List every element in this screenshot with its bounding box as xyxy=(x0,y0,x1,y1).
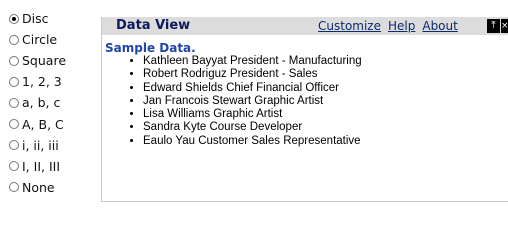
panel-heading: Sample Data. xyxy=(105,41,196,55)
panel-title: Data View xyxy=(116,18,191,33)
radio-button[interactable] xyxy=(9,97,19,108)
radio-circle[interactable]: Circle xyxy=(9,29,66,50)
radio-label: a, b, c xyxy=(22,95,61,111)
list-item: Lisa Williams Graphic Artist xyxy=(143,108,362,121)
radio-label: I, II, III xyxy=(22,158,61,174)
radio-label: Square xyxy=(22,53,67,69)
data-view-panel: Data View Customize Help About ⤒ × Sample … xyxy=(101,17,508,202)
radio-button[interactable] xyxy=(9,76,19,87)
radio-upper-roman[interactable]: I, II, III xyxy=(9,156,66,177)
radio-none[interactable]: None xyxy=(9,177,66,198)
radio-button-checked[interactable] xyxy=(9,13,19,24)
list-item: Eaulo Yau Customer Sales Representative xyxy=(143,135,362,148)
radio-label: Disc xyxy=(22,11,49,27)
list-style-radio-group: Disc Circle Square 1, 2, 3 a, b, c A, B,… xyxy=(9,8,66,198)
maximize-icon[interactable]: ⤒ xyxy=(487,19,500,33)
panel-titlebar: Data View Customize Help About ⤒ × xyxy=(102,17,508,35)
list-item: Jan Francois Stewart Graphic Artist xyxy=(143,95,362,108)
customize-link[interactable]: Customize xyxy=(318,19,381,33)
radio-lower-alpha[interactable]: a, b, c xyxy=(9,92,66,113)
radio-disc[interactable]: Disc xyxy=(9,8,66,29)
radio-square[interactable]: Square xyxy=(9,50,66,71)
radio-button[interactable] xyxy=(9,182,19,193)
radio-label: None xyxy=(22,179,55,195)
radio-button[interactable] xyxy=(9,55,19,66)
about-link[interactable]: About xyxy=(422,19,457,33)
list-item: Robert Rodriguz President - Sales xyxy=(143,68,362,81)
list-item: Kathleen Bayyat President - Manufacturin… xyxy=(143,55,362,68)
radio-upper-alpha[interactable]: A, B, C xyxy=(9,113,66,134)
radio-button[interactable] xyxy=(9,119,19,130)
radio-label: Circle xyxy=(22,32,58,48)
list-item: Edward Shields Chief Financial Officer xyxy=(143,82,362,95)
close-icon[interactable]: × xyxy=(501,19,508,33)
radio-lower-roman[interactable]: i, ii, iii xyxy=(9,135,66,156)
data-list: Kathleen Bayyat President - Manufacturin… xyxy=(124,55,362,148)
radio-label: A, B, C xyxy=(22,116,64,132)
panel-links: Customize Help About xyxy=(318,19,465,33)
radio-label: 1, 2, 3 xyxy=(22,74,62,90)
list-item: Sandra Kyte Course Developer xyxy=(143,121,362,134)
radio-button[interactable] xyxy=(9,140,19,151)
radio-label: i, ii, iii xyxy=(22,137,59,153)
radio-button[interactable] xyxy=(9,161,19,172)
help-link[interactable]: Help xyxy=(388,19,415,33)
radio-decimal[interactable]: 1, 2, 3 xyxy=(9,71,66,92)
radio-button[interactable] xyxy=(9,34,19,45)
